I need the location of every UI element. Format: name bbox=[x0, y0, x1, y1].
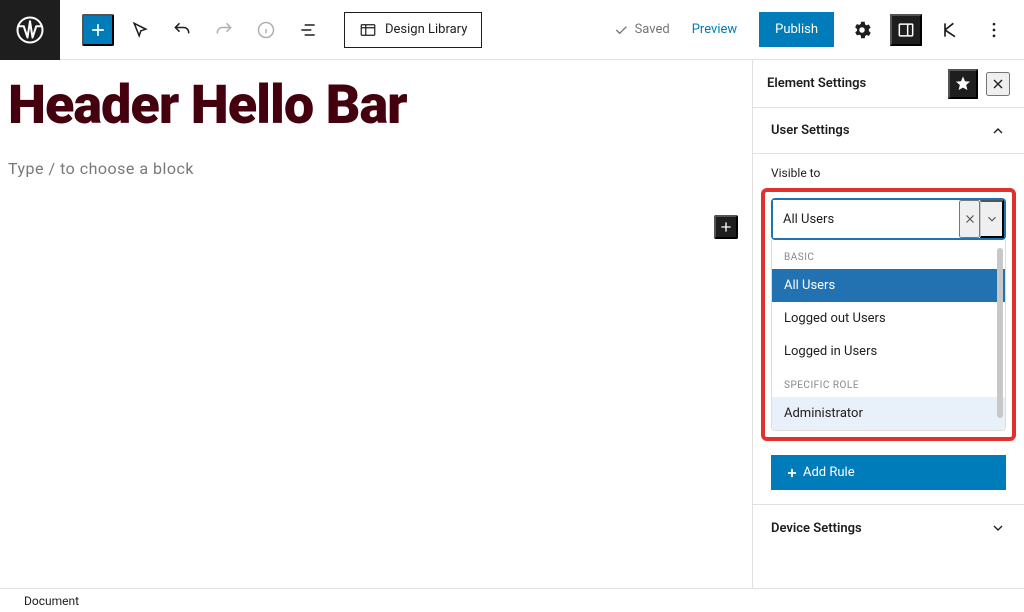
close-icon[interactable] bbox=[986, 72, 1010, 96]
design-library-label: Design Library bbox=[385, 22, 467, 37]
kadence-icon[interactable] bbox=[934, 14, 966, 46]
add-rule-button[interactable]: Add Rule bbox=[771, 455, 1006, 490]
redo-icon bbox=[208, 14, 240, 46]
tools-select-icon[interactable] bbox=[124, 14, 156, 46]
visible-to-dropdown: BASIC All Users Logged out Users Logged … bbox=[771, 240, 1006, 431]
info-icon[interactable] bbox=[250, 14, 282, 46]
block-placeholder[interactable]: Type / to choose a block bbox=[8, 159, 744, 178]
device-settings-label: Device Settings bbox=[771, 521, 862, 536]
preview-button[interactable]: Preview bbox=[682, 16, 747, 43]
dropdown-item-logged-out[interactable]: Logged out Users bbox=[772, 302, 1005, 335]
dropdown-item-administrator[interactable]: Administrator bbox=[772, 397, 1005, 430]
list-view-icon[interactable] bbox=[292, 14, 324, 46]
settings-gear-icon[interactable] bbox=[846, 14, 878, 46]
user-settings-label: User Settings bbox=[771, 123, 850, 138]
more-menu-icon[interactable] bbox=[978, 14, 1010, 46]
sidebar-toggle-icon[interactable] bbox=[890, 14, 922, 46]
chevron-up-icon bbox=[990, 123, 1006, 139]
user-settings-toggle[interactable]: User Settings bbox=[753, 108, 1024, 154]
add-block-button[interactable] bbox=[714, 215, 738, 239]
clear-icon[interactable] bbox=[959, 200, 980, 238]
design-library-button[interactable]: Design Library bbox=[344, 12, 482, 48]
scrollbar[interactable] bbox=[997, 248, 1003, 418]
add-rule-label: Add Rule bbox=[803, 465, 855, 480]
visible-to-label: Visible to bbox=[767, 154, 1010, 188]
wp-logo[interactable] bbox=[0, 0, 60, 60]
visible-to-select[interactable] bbox=[771, 198, 1006, 240]
sidebar-title: Element Settings bbox=[767, 76, 940, 91]
chevron-down-icon[interactable] bbox=[980, 200, 1004, 238]
saved-status: Saved bbox=[613, 22, 670, 38]
publish-button[interactable]: Publish bbox=[759, 12, 834, 47]
page-title[interactable]: Header Hello Bar bbox=[8, 78, 744, 135]
toggle-inserter-button[interactable] bbox=[82, 14, 114, 46]
breadcrumb[interactable]: Document bbox=[24, 594, 79, 608]
editor-canvas[interactable]: Header Hello Bar Type / to choose a bloc… bbox=[0, 60, 752, 588]
dropdown-group: SPECIFIC ROLE bbox=[772, 368, 1005, 397]
dropdown-group: BASIC bbox=[772, 240, 1005, 269]
saved-label: Saved bbox=[635, 22, 670, 37]
star-icon[interactable] bbox=[948, 69, 978, 99]
device-settings-toggle[interactable]: Device Settings bbox=[753, 505, 1024, 551]
visible-to-input[interactable] bbox=[773, 200, 959, 238]
visible-to-control-highlight: BASIC All Users Logged out Users Logged … bbox=[761, 188, 1016, 441]
dropdown-item-all-users[interactable]: All Users bbox=[772, 269, 1005, 302]
undo-icon[interactable] bbox=[166, 14, 198, 46]
chevron-down-icon bbox=[990, 520, 1006, 536]
dropdown-item-logged-in[interactable]: Logged in Users bbox=[772, 335, 1005, 368]
settings-sidebar: Element Settings User Settings Visible t… bbox=[752, 60, 1024, 588]
